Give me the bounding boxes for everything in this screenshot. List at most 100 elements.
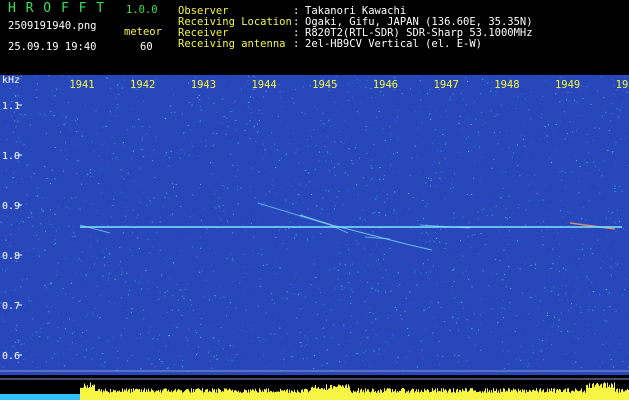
activity-bar-column	[392, 389, 393, 400]
activity-bar-column	[584, 390, 585, 400]
activity-bar-column	[461, 391, 462, 400]
activity-bar-column	[151, 388, 152, 400]
activity-bar-column	[533, 389, 534, 400]
activity-bar-column	[587, 384, 588, 400]
activity-bar-column	[236, 390, 237, 400]
activity-bar-column	[545, 391, 546, 400]
activity-bar-column	[339, 385, 340, 400]
activity-bar-column	[585, 392, 586, 400]
activity-bar-column	[476, 392, 477, 400]
activity-bar-column	[460, 390, 461, 400]
info-value-antenna: 2el-HB9CV Vertical (el. E-W)	[305, 38, 483, 50]
activity-bar-column	[516, 390, 517, 400]
activity-bar-column	[168, 389, 169, 400]
activity-bar-column	[467, 391, 468, 400]
activity-bar-column	[207, 388, 208, 400]
activity-bar-column	[542, 390, 543, 400]
activity-bar-column	[368, 389, 369, 400]
time-tick-label: 1946	[373, 79, 398, 91]
activity-bar-column	[274, 392, 275, 400]
activity-bar-column	[178, 388, 179, 400]
activity-bar-column	[414, 392, 415, 400]
activity-bar-column	[97, 390, 98, 400]
activity-bar-column	[462, 388, 463, 400]
activity-bar-column	[617, 388, 618, 400]
activity-bar-column	[249, 392, 250, 400]
activity-bar-column	[216, 389, 217, 400]
time-tick-label: 1945	[312, 79, 337, 91]
activity-bar-column	[139, 388, 140, 400]
activity-bar-column	[166, 388, 167, 400]
activity-bar-column	[208, 392, 209, 400]
activity-bar-column	[224, 388, 225, 400]
info-key-antenna: Receiving antenna	[178, 38, 286, 50]
activity-bar-column	[246, 390, 247, 400]
activity-bar-column	[328, 388, 329, 400]
activity-bar-column	[116, 392, 117, 400]
activity-bar-column	[136, 388, 137, 400]
activity-bar-column	[324, 388, 325, 400]
activity-bar-column	[607, 382, 608, 400]
activity-bar-column	[525, 392, 526, 400]
activity-bar-column	[597, 382, 598, 400]
activity-bar-column	[582, 392, 583, 400]
activity-bar-column	[87, 385, 88, 400]
activity-bar-column	[102, 392, 103, 400]
activity-bar-column	[156, 390, 157, 400]
activity-bar-column	[375, 391, 376, 400]
activity-bar-column	[568, 388, 569, 400]
activity-bar-column	[565, 388, 566, 400]
activity-bar-column	[524, 389, 525, 400]
activity-bar-column	[146, 389, 147, 400]
activity-bar-column	[624, 391, 625, 400]
activity-bar-column	[427, 389, 428, 400]
activity-bar-column	[110, 388, 111, 400]
activity-bar-column	[425, 390, 426, 400]
activity-bar-column	[124, 389, 125, 400]
activity-bar-column	[345, 385, 346, 400]
activity-bar-column	[456, 389, 457, 400]
activity-bar-column	[323, 389, 324, 400]
activity-bar-column	[504, 388, 505, 400]
activity-bar-column	[494, 390, 495, 400]
activity-bar-column	[220, 390, 221, 400]
time-tick-label: 1949	[555, 79, 580, 91]
activity-bar-column	[285, 391, 286, 400]
activity-bar-column	[312, 386, 313, 400]
activity-bar-column	[212, 388, 213, 400]
activity-bar-column	[191, 388, 192, 400]
activity-bar-column	[349, 386, 350, 400]
activity-bar-column	[113, 389, 114, 400]
activity-bar-column	[153, 390, 154, 400]
activity-bar-column	[175, 388, 176, 400]
activity-bar-column	[473, 390, 474, 400]
activity-bar-column	[336, 387, 337, 400]
activity-bar-column	[449, 388, 450, 400]
activity-bar-column	[537, 390, 538, 400]
activity-bar-column	[602, 387, 603, 400]
activity-bar-column	[521, 392, 522, 400]
activity-bar-column	[362, 391, 363, 400]
freq-tick-label: 1.0	[2, 151, 20, 162]
activity-bar-column	[154, 392, 155, 400]
activity-bar-column	[112, 391, 113, 400]
activity-bar-column	[576, 389, 577, 400]
activity-bar-column	[225, 388, 226, 400]
activity-bar-column	[359, 392, 360, 400]
activity-bar-column	[103, 390, 104, 400]
activity-bar-column	[400, 391, 401, 400]
activity-bar-column	[129, 388, 130, 400]
activity-bar-column	[417, 391, 418, 400]
activity-bar-column	[158, 390, 159, 400]
activity-bar-column	[487, 388, 488, 400]
activity-bar-column	[575, 388, 576, 400]
activity-bar-column	[278, 391, 279, 400]
activity-bar-column	[588, 387, 589, 400]
activity-bar-column	[625, 390, 626, 400]
activity-bar-column	[123, 391, 124, 400]
activity-bar-column	[162, 390, 163, 400]
activity-bar-column	[443, 388, 444, 400]
activity-bar-column	[81, 388, 82, 400]
activity-bar-column	[469, 390, 470, 400]
activity-bar-column	[499, 392, 500, 400]
